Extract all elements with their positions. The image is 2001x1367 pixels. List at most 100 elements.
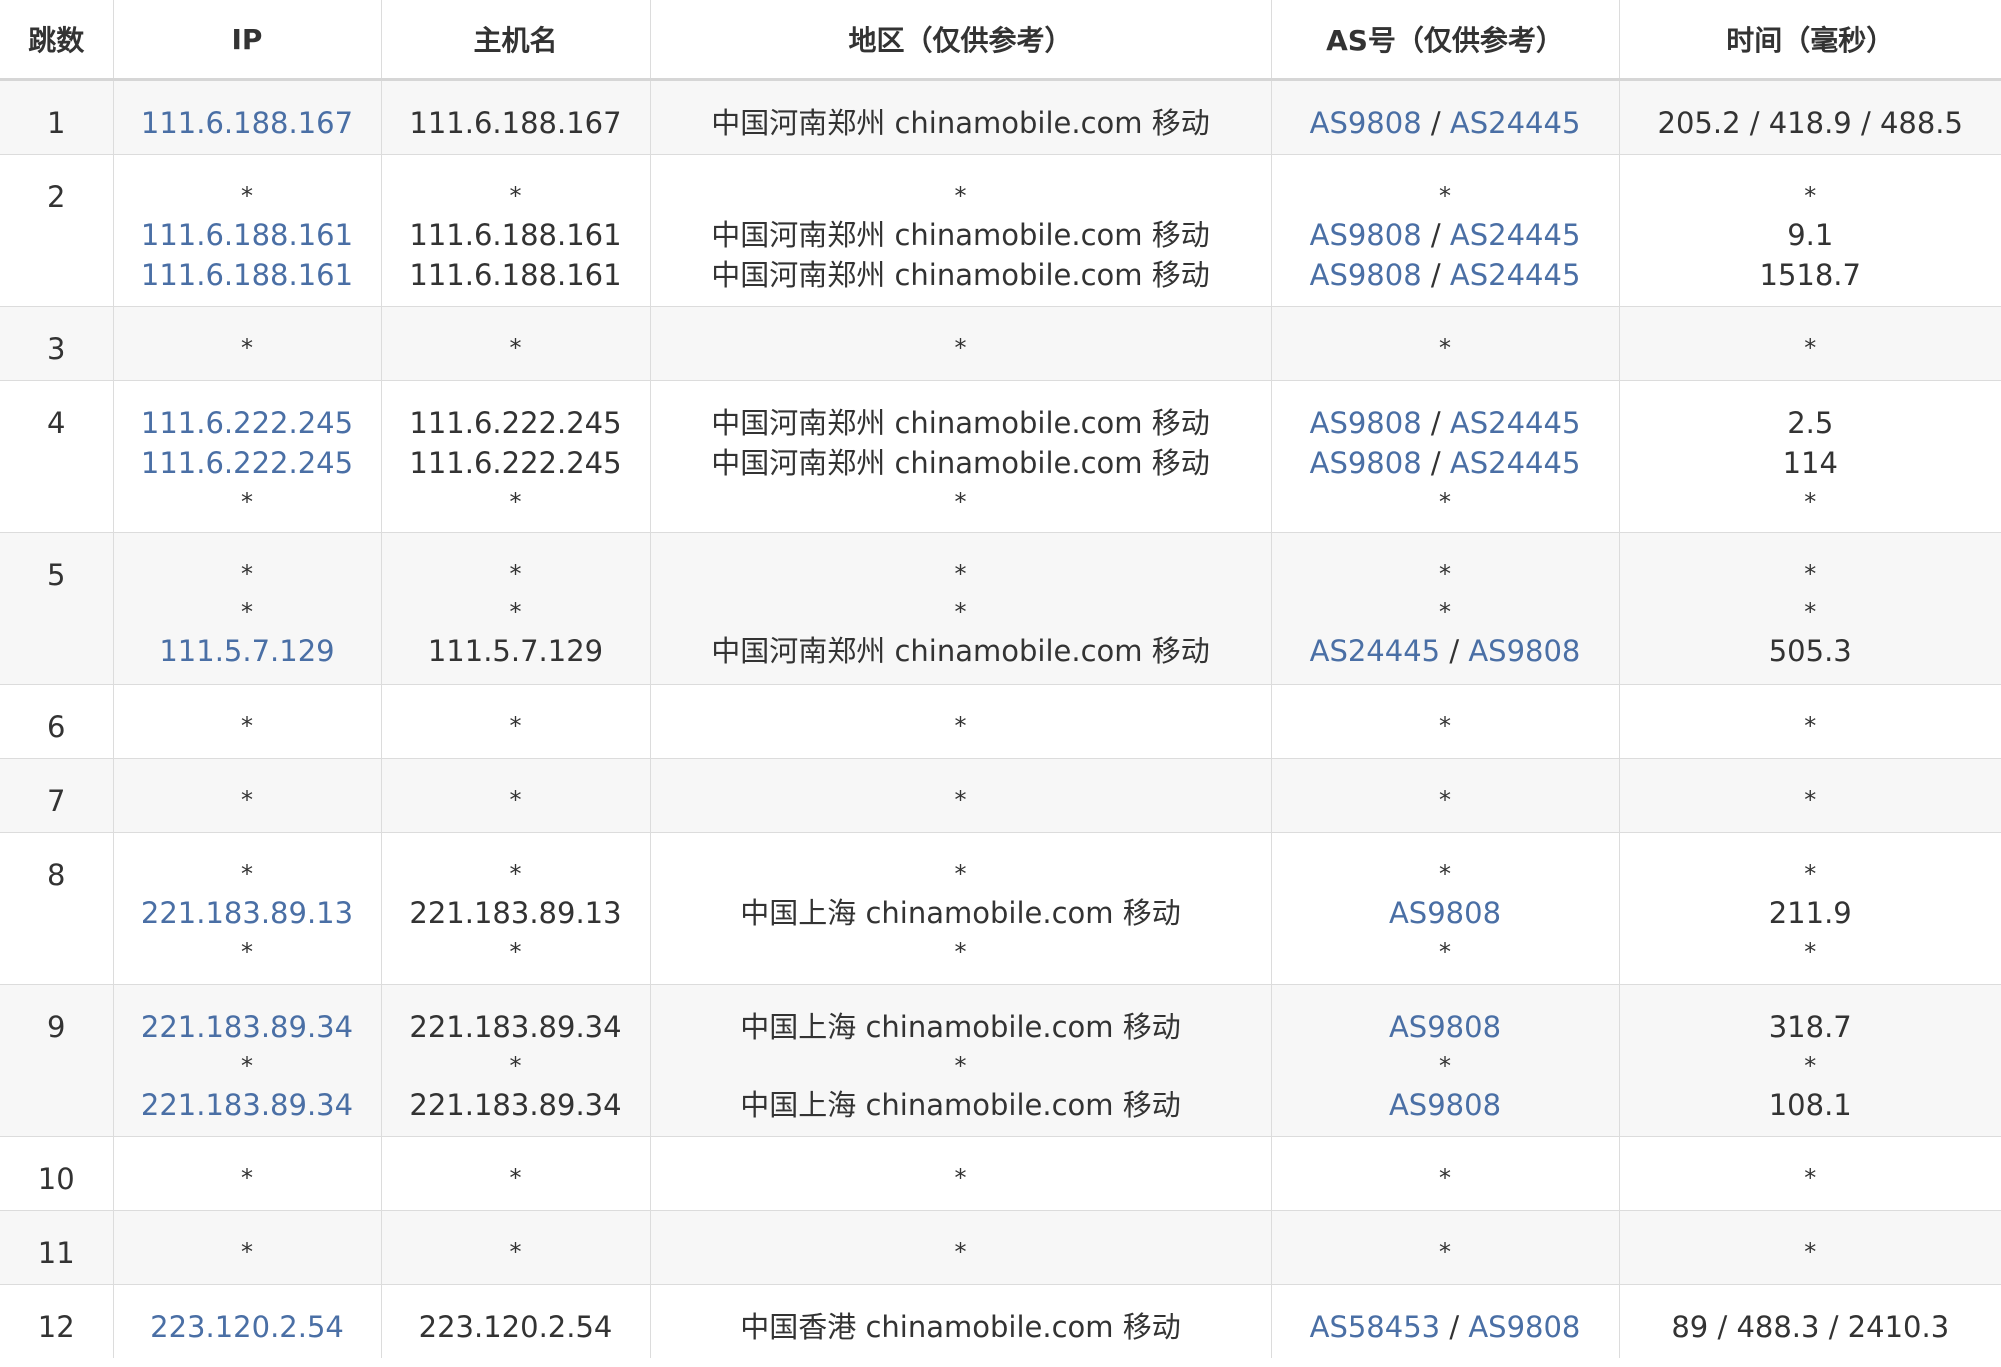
ip-link[interactable]: 221.183.89.34 [141, 1010, 353, 1044]
ip-link[interactable]: 221.183.89.34 [141, 1088, 353, 1122]
ip-cell-content: * [114, 685, 381, 745]
hostname-value: 111.6.188.167 [409, 106, 622, 140]
region-cell-content: * * 中国河南郑州 chinamobile.com 移动 [651, 533, 1271, 671]
as-number-link[interactable]: AS24445 [1450, 446, 1581, 480]
hop-number: 4 [47, 406, 66, 440]
as-number-cell: * AS9808 * [1270, 832, 1620, 985]
hostname-cell-content: * [382, 1211, 650, 1271]
hostname-cell-content: * 221.183.89.13 * [382, 833, 650, 971]
as-number-line: AS9808 [1272, 1007, 1619, 1047]
table-row: 4 111.6.222.245 111.6.222.245 * 111.6.222.24… [0, 380, 2001, 533]
ip-link[interactable]: 111.6.188.167 [141, 106, 353, 140]
as-separator: / [1421, 406, 1450, 440]
as-number-link[interactable]: AS9808 [1310, 446, 1422, 480]
region-line: 中国河南郑州 chinamobile.com 移动 [651, 403, 1271, 443]
as-number-link[interactable]: AS9808 [1389, 1088, 1501, 1122]
region-value: * [954, 712, 967, 740]
as-number-link[interactable]: AS9808 [1310, 106, 1422, 140]
as-number-link[interactable]: AS24445 [1450, 106, 1581, 140]
hop-number: 10 [37, 1162, 75, 1196]
region-value: * [954, 1052, 967, 1080]
ip-line: 221.183.89.34 [114, 1085, 381, 1125]
hostname-value: 111.6.188.161 [409, 258, 622, 292]
region-cell: * [649, 1210, 1272, 1285]
time-value: * [1804, 860, 1817, 888]
region-line: 中国河南郑州 chinamobile.com 移动 [651, 443, 1271, 483]
as-number-link[interactable]: AS9808 [1310, 258, 1422, 292]
hostname-cell: * [380, 1136, 651, 1211]
as-number-line: * [1272, 707, 1619, 745]
region-line: * [651, 483, 1271, 521]
time-value: 318.7 [1768, 1010, 1852, 1044]
time-cell: * [1618, 684, 2001, 759]
region-line: 中国香港 chinamobile.com 移动 [651, 1307, 1271, 1347]
ip-link[interactable]: 221.183.89.13 [141, 896, 353, 930]
hostname-value: * [509, 1164, 522, 1192]
time-cell-content: * [1620, 307, 2001, 367]
hop-number: 8 [47, 858, 66, 892]
header-row: 跳数 IP 主机名 地区（仅供参考） AS号（仅供参考） 时间（毫秒） [0, 0, 2001, 81]
region-line: * [651, 707, 1271, 745]
as-number-link[interactable]: AS9808 [1468, 1310, 1580, 1344]
hostname-line: * [382, 933, 650, 971]
hostname-line: 221.183.89.34 [382, 1007, 650, 1047]
region-cell: 中国河南郑州 chinamobile.com 移动 [649, 79, 1272, 155]
hostname-cell-content: * [382, 685, 650, 745]
hostname-line: * [382, 781, 650, 819]
ip-line: * [114, 555, 381, 593]
as-number-line: AS9808 / AS24445 [1272, 403, 1619, 443]
as-number-cell-content: * [1272, 1211, 1619, 1271]
region-cell-content: * 中国河南郑州 chinamobile.com 移动 中国河南郑州 chinamo… [651, 155, 1271, 295]
as-number-link[interactable]: AS9808 [1310, 218, 1422, 252]
ip-cell-content: * * 111.5.7.129 [114, 533, 381, 671]
as-number-line: * [1272, 1047, 1619, 1085]
as-number-link[interactable]: AS9808 [1468, 634, 1580, 668]
ip-link[interactable]: 223.120.2.54 [150, 1310, 344, 1344]
ip-link[interactable]: 111.5.7.129 [159, 634, 334, 668]
region-line: * [651, 855, 1271, 893]
time-value: * [1804, 334, 1817, 362]
hostname-value: * [509, 712, 522, 740]
region-cell-content: 中国河南郑州 chinamobile.com 移动 中国河南郑州 chinamob… [651, 381, 1271, 521]
time-value: 89 / 488.3 / 2410.3 [1671, 1310, 1950, 1344]
hop-number-cell: 8 [0, 832, 114, 985]
hop-number-cell: 3 [0, 306, 114, 381]
hostname-cell: 111.6.222.245 111.6.222.245 * [380, 380, 651, 533]
table-row: 3 * * * * * [0, 306, 2001, 381]
region-value: 中国上海 chinamobile.com 移动 [740, 1010, 1181, 1044]
ip-link[interactable]: 111.6.222.245 [141, 406, 353, 440]
as-number-cell-content: AS9808 * AS9808 [1272, 985, 1619, 1125]
time-value: 205.2 / 418.9 / 488.5 [1657, 106, 1963, 140]
as-number-link[interactable]: AS24445 [1450, 406, 1581, 440]
time-cell-content: 2.5 114 * [1620, 381, 2001, 521]
ip-cell-content: 111.6.222.245 111.6.222.245 * [114, 381, 381, 521]
table-row: 12 223.120.2.54 223.120.2.54 中国香港 chinamobi… [0, 1284, 2001, 1358]
as-number-link[interactable]: AS24445 [1450, 258, 1581, 292]
as-number-cell-content: * [1272, 759, 1619, 819]
as-number-link[interactable]: AS9808 [1389, 896, 1501, 930]
ip-link[interactable]: 111.6.188.161 [141, 218, 353, 252]
as-number-link[interactable]: AS24445 [1310, 634, 1441, 668]
hostname-cell-content: * 111.6.188.161 111.6.188.161 [382, 155, 650, 295]
as-number-cell-content: * AS9808 / AS24445 AS9808 / AS24445 [1272, 155, 1619, 295]
region-cell-content: * [651, 307, 1271, 367]
region-cell-content: * 中国上海 chinamobile.com 移动 * [651, 833, 1271, 971]
as-number-link[interactable]: AS9808 [1389, 1010, 1501, 1044]
as-number-link[interactable]: AS24445 [1450, 218, 1581, 252]
ip-link[interactable]: 111.6.222.245 [141, 446, 353, 480]
hostname-cell-content: 111.6.222.245 111.6.222.245 * [382, 381, 650, 521]
as-number-line: * [1272, 329, 1619, 367]
as-number-link[interactable]: AS58453 [1310, 1310, 1441, 1344]
hostname-cell: 221.183.89.34 * 221.183.89.34 [380, 984, 651, 1137]
hop-number-cell: 2 [0, 154, 114, 307]
time-cell: 89 / 488.3 / 2410.3 [1618, 1284, 2001, 1358]
hop-number-cell: 4 [0, 380, 114, 533]
ip-cell-content: 223.120.2.54 [114, 1285, 381, 1347]
hop-number-cell: 12 [0, 1284, 114, 1358]
ip-cell: * [112, 758, 382, 833]
hostname-value: * [509, 488, 522, 516]
ip-link[interactable]: 111.6.188.161 [141, 258, 353, 292]
as-number-cell: * [1270, 758, 1620, 833]
as-number-link[interactable]: AS9808 [1310, 406, 1422, 440]
ip-placeholder: * [241, 560, 253, 588]
